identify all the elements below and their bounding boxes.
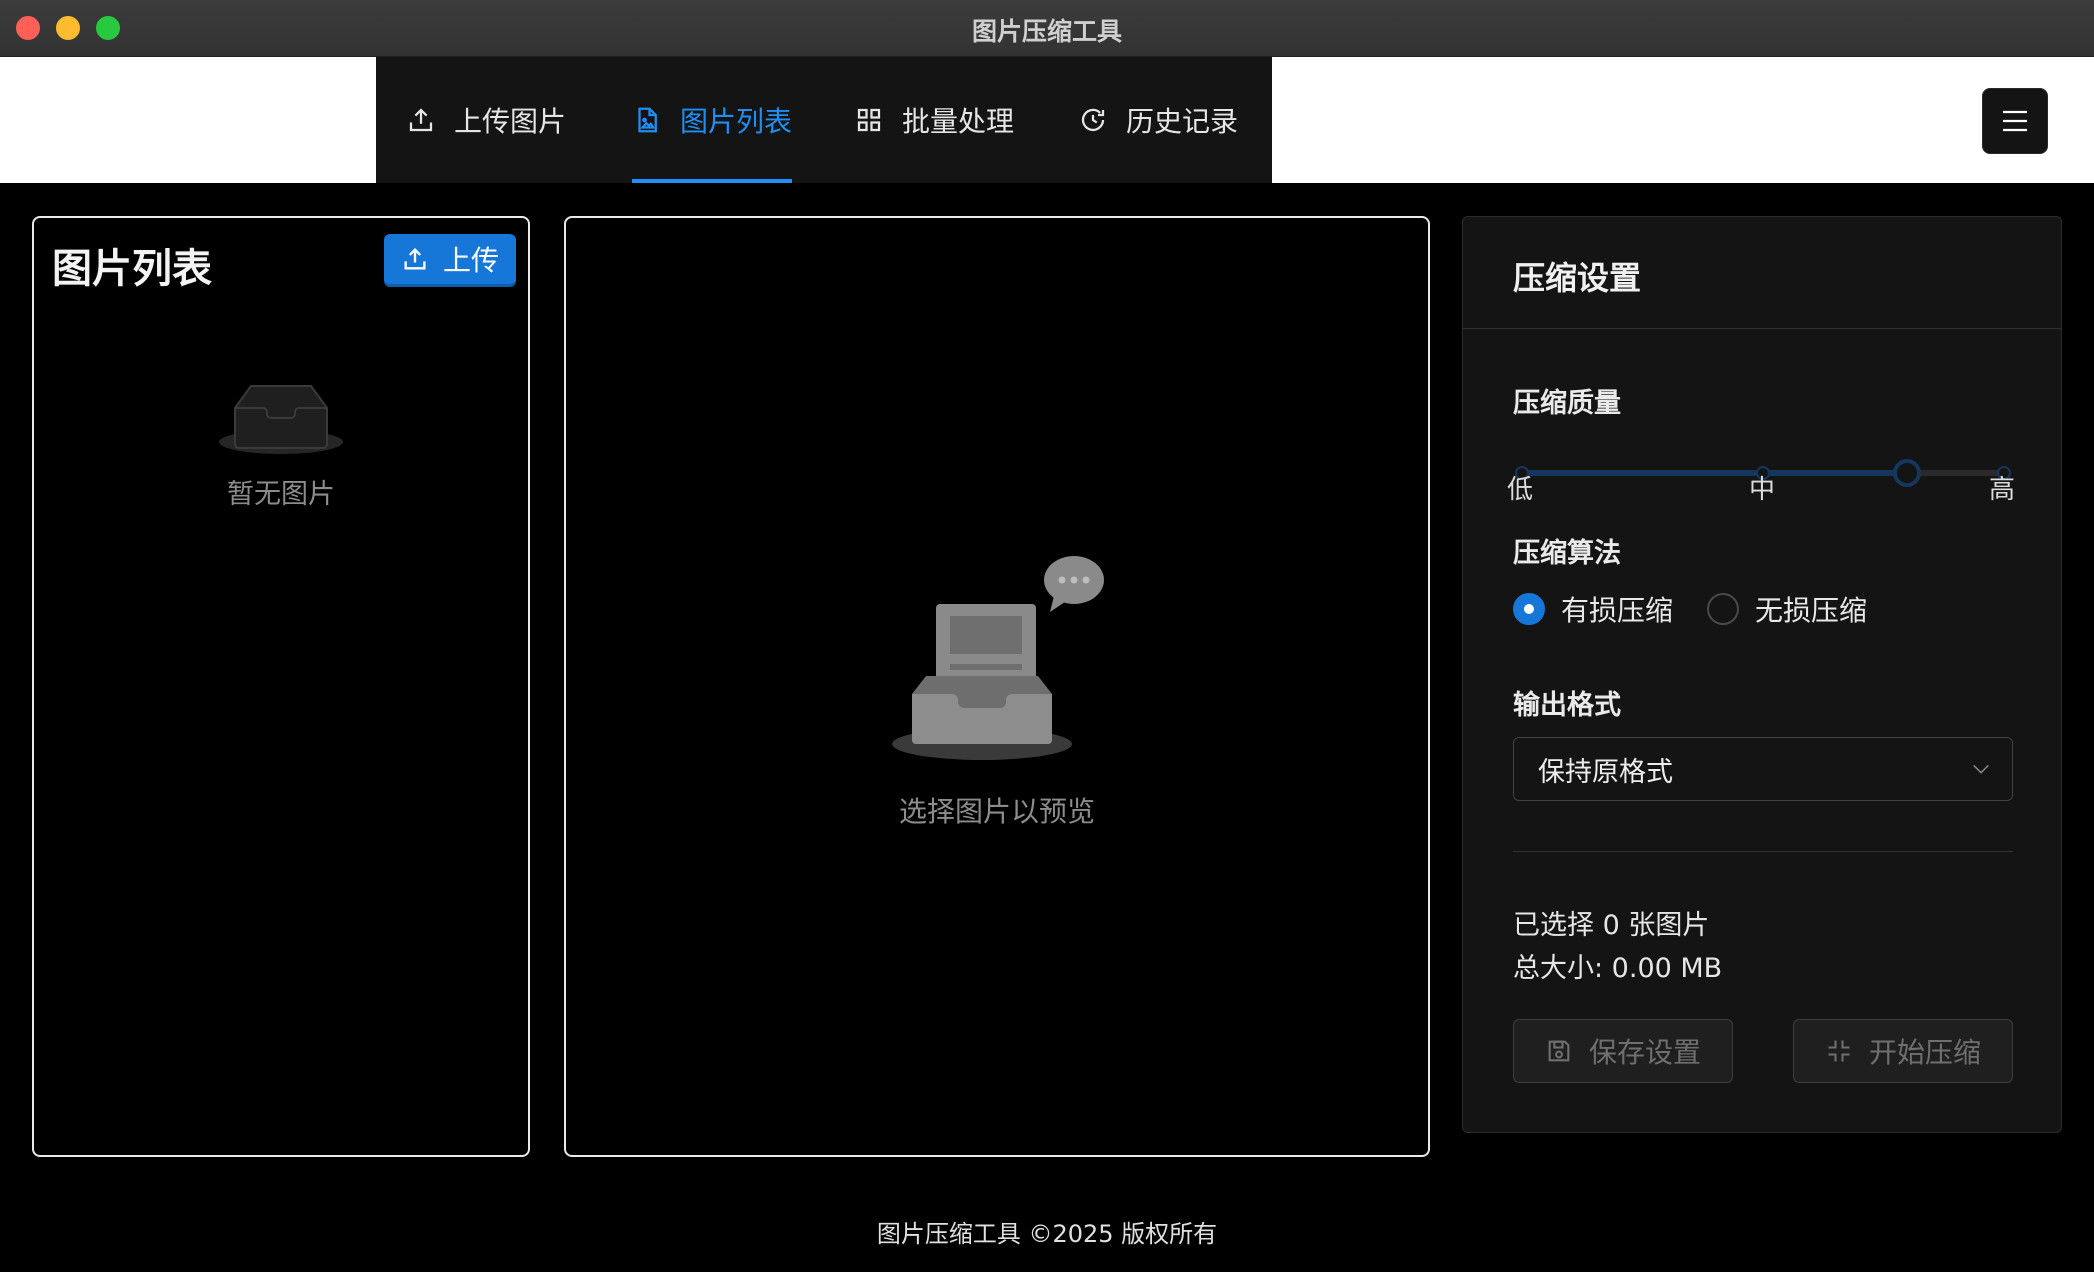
hamburger-menu-button[interactable] — [1982, 88, 2048, 154]
empty-text: 暂无图片 — [227, 479, 335, 510]
menu-item-history[interactable]: 历史记录 — [1078, 57, 1238, 183]
algorithm-radio-group: 有损压缩 无损压缩 — [1513, 589, 1867, 629]
algorithm-label: 压缩算法 — [1513, 538, 1621, 569]
grid-icon — [857, 108, 881, 132]
radio-lossy-label: 有损压缩 — [1561, 594, 1674, 627]
save-settings-label: 保存设置 — [1588, 1036, 1701, 1069]
menu-item-batch[interactable]: 批量处理 — [854, 57, 1014, 183]
settings-title-divider — [1463, 328, 2061, 329]
main-menu: 上传图片 图片列表 批量处理 历史记录 — [376, 57, 1272, 183]
preview-empty-text: 选择图片以预览 — [898, 795, 1095, 828]
settings-divider — [1513, 851, 2013, 852]
slider-track — [1521, 470, 1907, 476]
radio-lossless-label: 无损压缩 — [1755, 594, 1868, 627]
output-format-select[interactable]: 保持原格式 — [1513, 737, 2013, 801]
file-image-icon — [638, 107, 657, 133]
settings-title: 压缩设置 — [1513, 259, 1642, 297]
settings-panel: 压缩设置 压缩质量 低 中 高 压缩算法 有损压缩 无损压缩 输出格式 保持原格… — [1462, 216, 2062, 1133]
preview-empty-state: 选择图片以预览 — [566, 554, 1428, 830]
compress-icon — [1828, 1040, 1850, 1062]
save-icon — [1548, 1040, 1570, 1062]
app-window: 图片压缩工具 上传图片 图片列表 批量处理 历史记录 图片列表 上传 暂无图片 … — [0, 0, 2094, 1272]
empty-preview-illustration — [892, 556, 1104, 760]
quality-mark-low: 低 — [1507, 475, 1534, 505]
radio-lossless[interactable]: 无损压缩 — [1707, 589, 1867, 629]
preview-panel: 选择图片以预览 — [564, 216, 1430, 1157]
quality-mark-mid: 中 — [1749, 475, 1776, 505]
menu-item-label: 批量处理 — [902, 105, 1015, 138]
upload-button-label: 上传 — [442, 244, 499, 277]
menu-item-upload[interactable]: 上传图片 — [406, 57, 566, 183]
image-list-panel: 图片列表 上传 暂无图片 — [32, 216, 530, 1157]
upload-icon — [404, 248, 426, 270]
menu-item-image-list[interactable]: 图片列表 — [632, 57, 793, 183]
menu-icon — [2003, 110, 2027, 132]
radio-lossy[interactable]: 有损压缩 — [1513, 589, 1673, 629]
radio-lossy-indicator[interactable] — [1513, 593, 1545, 625]
upload-button[interactable]: 上传 — [384, 234, 516, 284]
empty-state: 暂无图片 — [34, 374, 528, 511]
image-list-title: 图片列表 — [52, 246, 212, 292]
start-compress-label: 开始压缩 — [1868, 1036, 1981, 1069]
start-compress-button[interactable]: 开始压缩 — [1793, 1019, 2013, 1083]
slider-handle[interactable] — [1892, 459, 1921, 487]
quality-mark-high: 高 — [1989, 475, 2016, 505]
window-title: 图片压缩工具 — [971, 17, 1122, 46]
output-format-label: 输出格式 — [1513, 690, 1621, 721]
app-header: 上传图片 图片列表 批量处理 历史记录 — [0, 57, 2094, 183]
upload-icon — [409, 108, 433, 132]
menu-item-label: 图片列表 — [680, 105, 793, 138]
total-size-text: 总大小: 0.00 MB — [1513, 953, 1723, 984]
menu-item-label: 历史记录 — [1126, 105, 1239, 138]
title-bar: 图片压缩工具 — [0, 0, 2094, 57]
menu-item-label: 上传图片 — [454, 105, 567, 138]
selected-count-text: 已选择 0 张图片 — [1513, 910, 1710, 941]
chevron-down-icon — [1973, 764, 1989, 774]
output-format-value: 保持原格式 — [1538, 756, 1673, 788]
radio-lossless-indicator[interactable] — [1707, 593, 1740, 625]
save-settings-button[interactable]: 保存设置 — [1513, 1019, 1733, 1083]
empty-inbox-icon — [219, 385, 343, 454]
footer-text: 图片压缩工具 ©2025 版权所有 — [876, 1220, 1218, 1248]
history-icon — [1081, 108, 1105, 132]
quality-label: 压缩质量 — [1513, 388, 1621, 419]
